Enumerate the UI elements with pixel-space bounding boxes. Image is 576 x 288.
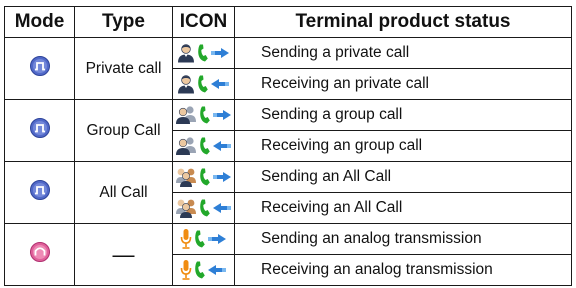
digital-mode-icon [29, 179, 51, 206]
terminal-status-table: Mode Type ICON Terminal product status P… [4, 6, 572, 286]
phone-handset-icon [200, 137, 210, 155]
status-icon-cell [172, 192, 235, 224]
digital-mode-icon [29, 117, 51, 144]
all-users-icon [176, 199, 196, 218]
arrow-left-icon [213, 203, 231, 213]
header-row: Mode Type ICON Terminal product status [4, 6, 572, 38]
mode-cell [4, 161, 75, 224]
group-call-receive-icon [175, 136, 232, 156]
phone-handset-icon [198, 44, 208, 62]
status-text: Sending a group call [234, 99, 572, 131]
phone-handset-icon [198, 75, 208, 93]
header-type: Type [74, 6, 173, 38]
header-status: Terminal product status [234, 6, 572, 38]
status-text: Receiving an private call [234, 68, 572, 100]
phone-handset-icon [195, 261, 205, 279]
arrow-right-icon [208, 234, 226, 244]
mode-cell [4, 223, 75, 286]
mode-cell [4, 99, 75, 162]
call-type-cell: All Call [74, 161, 173, 224]
call-type-cell: Private call [74, 37, 173, 100]
status-icon-cell [172, 223, 235, 255]
analog-send-icon [180, 228, 227, 250]
phone-handset-icon [200, 168, 210, 186]
person-icon [178, 44, 194, 63]
arrow-right-icon [213, 110, 231, 120]
table-row: Private call Sending a private call [4, 37, 572, 100]
status-text: Receiving an analog transmission [234, 254, 572, 286]
table-body: Private call Sending a private call Rece… [4, 37, 572, 286]
group-call-send-icon [175, 105, 232, 125]
status-text: Sending an analog transmission [234, 223, 572, 255]
all-call-receive-icon [175, 198, 232, 218]
header-icon: ICON [172, 6, 235, 38]
call-type-cell: Group Call [74, 99, 173, 162]
status-text: Receiving an All Call [234, 192, 572, 224]
status-icon-cell [172, 254, 235, 286]
analog-receive-icon [180, 259, 227, 281]
table-row: All Call Sending an All Call [4, 161, 572, 224]
private-call-receive-icon [177, 74, 230, 94]
digital-mode-icon [29, 55, 51, 82]
header-mode: Mode [4, 6, 75, 38]
status-text: Receiving an group call [234, 130, 572, 162]
status-icon-cell [172, 99, 235, 131]
group-icon [176, 137, 196, 155]
all-users-icon [176, 168, 196, 187]
phone-handset-icon [200, 199, 210, 217]
phone-handset-icon [195, 230, 205, 248]
microphone-icon [180, 260, 192, 280]
microphone-icon [180, 229, 192, 249]
all-call-send-icon [175, 167, 232, 187]
status-icon-cell [172, 161, 235, 193]
arrow-left-icon [208, 265, 226, 275]
arrow-left-icon [213, 141, 231, 151]
table-row: Group Call Sending a group call [4, 99, 572, 162]
status-text: Sending an All Call [234, 161, 572, 193]
table-row: — Sending an analog transmission [4, 223, 572, 286]
call-type-cell: — [74, 223, 173, 286]
phone-handset-icon [200, 106, 210, 124]
group-icon [176, 106, 196, 124]
analog-mode-icon [29, 241, 51, 268]
arrow-left-icon [211, 79, 229, 89]
arrow-right-icon [213, 172, 231, 182]
status-icon-cell [172, 68, 235, 100]
status-icon-cell [172, 37, 235, 69]
status-icon-cell [172, 130, 235, 162]
private-call-send-icon [177, 43, 230, 63]
mode-cell [4, 37, 75, 100]
arrow-right-icon [211, 48, 229, 58]
person-icon [178, 75, 194, 94]
status-text: Sending a private call [234, 37, 572, 69]
